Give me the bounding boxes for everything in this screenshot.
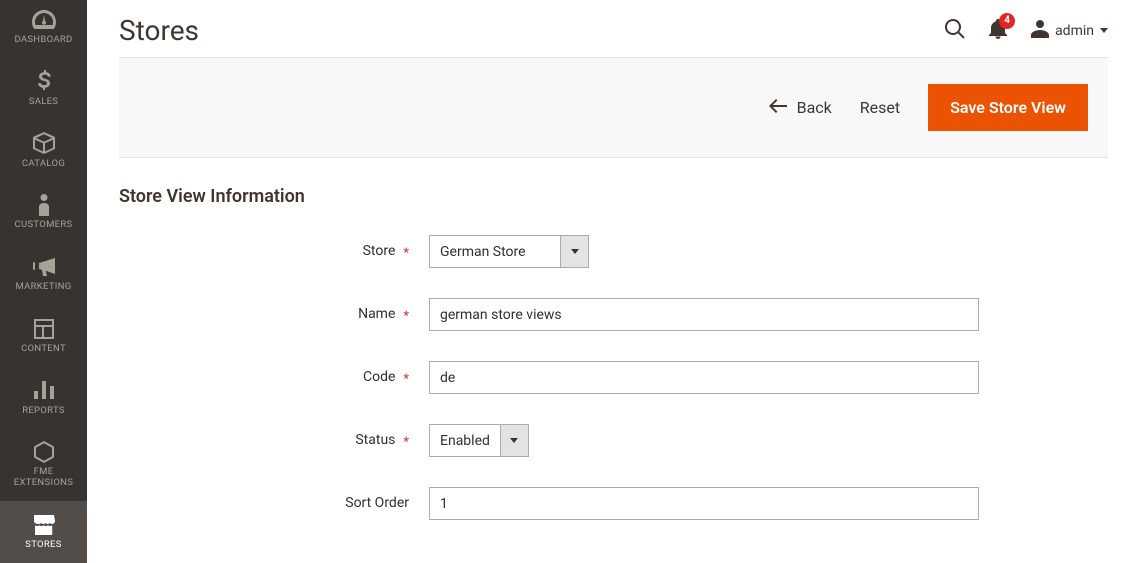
sidebar-item-label: STORES <box>25 540 61 551</box>
box-icon <box>33 130 55 157</box>
sidebar-item-marketing[interactable]: MARKETING <box>0 243 87 305</box>
user-menu[interactable]: admin <box>1031 20 1108 42</box>
code-label: Code * <box>119 361 409 385</box>
header-actions: 4 admin <box>945 19 1108 43</box>
user-name: admin <box>1055 23 1094 39</box>
required-marker: * <box>403 373 409 386</box>
store-icon <box>33 511 55 538</box>
sidebar-item-label: CONTENT <box>21 344 66 355</box>
person-icon <box>1031 20 1049 42</box>
reset-button[interactable]: Reset <box>860 98 900 117</box>
bars-icon <box>34 377 54 404</box>
sidebar-item-content[interactable]: CONTENT <box>0 305 87 367</box>
sidebar-item-label: DASHBOARD <box>14 35 72 46</box>
store-view-form: Store * German Store Name * Code * Statu… <box>119 235 1108 520</box>
chevron-down-icon <box>1100 28 1108 33</box>
sidebar-item-customers[interactable]: CUSTOMERS <box>0 182 87 244</box>
save-button[interactable]: Save Store View <box>928 84 1088 131</box>
sidebar-item-sales[interactable]: SALES <box>0 58 87 120</box>
dollar-icon <box>37 68 51 95</box>
sidebar-item-label: CATALOG <box>22 159 65 170</box>
back-label: Back <box>797 98 832 117</box>
search-button[interactable] <box>945 19 965 43</box>
sort-order-input[interactable] <box>429 487 979 520</box>
store-select-value: German Store <box>430 236 560 267</box>
section-title: Store View Information <box>119 186 1108 207</box>
sidebar-item-label: CUSTOMERS <box>15 220 73 231</box>
required-marker: * <box>403 436 409 449</box>
code-input[interactable] <box>429 361 979 394</box>
chevron-down-icon <box>500 425 528 456</box>
status-label: Status * <box>119 424 409 448</box>
person-icon <box>37 192 51 219</box>
store-control: German Store <box>429 235 979 268</box>
notification-badge: 4 <box>999 13 1015 29</box>
status-select-value: Enabled <box>430 425 500 456</box>
name-input[interactable] <box>429 298 979 331</box>
status-select[interactable]: Enabled <box>429 424 529 457</box>
arrow-left-icon <box>769 98 787 117</box>
hexagon-icon <box>34 439 54 466</box>
layout-icon <box>34 315 54 342</box>
status-control: Enabled <box>429 424 979 457</box>
notifications-button[interactable]: 4 <box>989 19 1007 43</box>
sidebar-item-reports[interactable]: REPORTS <box>0 367 87 429</box>
sidebar-item-label: MARKETING <box>15 282 71 293</box>
sort-order-label: Sort Order <box>119 487 409 511</box>
sidebar-item-label: SALES <box>29 97 59 108</box>
store-label: Store * <box>119 235 409 259</box>
main-content: Stores 4 admin <box>87 0 1124 563</box>
required-marker: * <box>403 310 409 323</box>
search-icon <box>945 19 965 43</box>
code-control <box>429 361 979 394</box>
sidebar-item-dashboard[interactable]: DASHBOARD <box>0 0 87 58</box>
store-select[interactable]: German Store <box>429 235 589 268</box>
sidebar-item-label: REPORTS <box>22 406 65 417</box>
sidebar: DASHBOARD SALES CATALOG CUSTOMERS MARKET… <box>0 0 87 563</box>
dashboard-icon <box>32 6 56 33</box>
sort-order-control <box>429 487 979 520</box>
megaphone-icon <box>33 253 55 280</box>
required-marker: * <box>403 247 409 260</box>
page-header: Stores 4 admin <box>119 0 1108 57</box>
sidebar-item-stores[interactable]: STORES <box>0 501 87 563</box>
chevron-down-icon <box>560 236 588 267</box>
name-control <box>429 298 979 331</box>
action-toolbar: Back Reset Save Store View <box>119 57 1108 158</box>
name-label: Name * <box>119 298 409 322</box>
back-button[interactable]: Back <box>769 98 832 117</box>
page-title: Stores <box>119 14 199 47</box>
sidebar-item-catalog[interactable]: CATALOG <box>0 120 87 182</box>
sidebar-item-fme[interactable]: FME EXTENSIONS <box>0 429 87 501</box>
sidebar-item-label: FME EXTENSIONS <box>4 467 83 489</box>
